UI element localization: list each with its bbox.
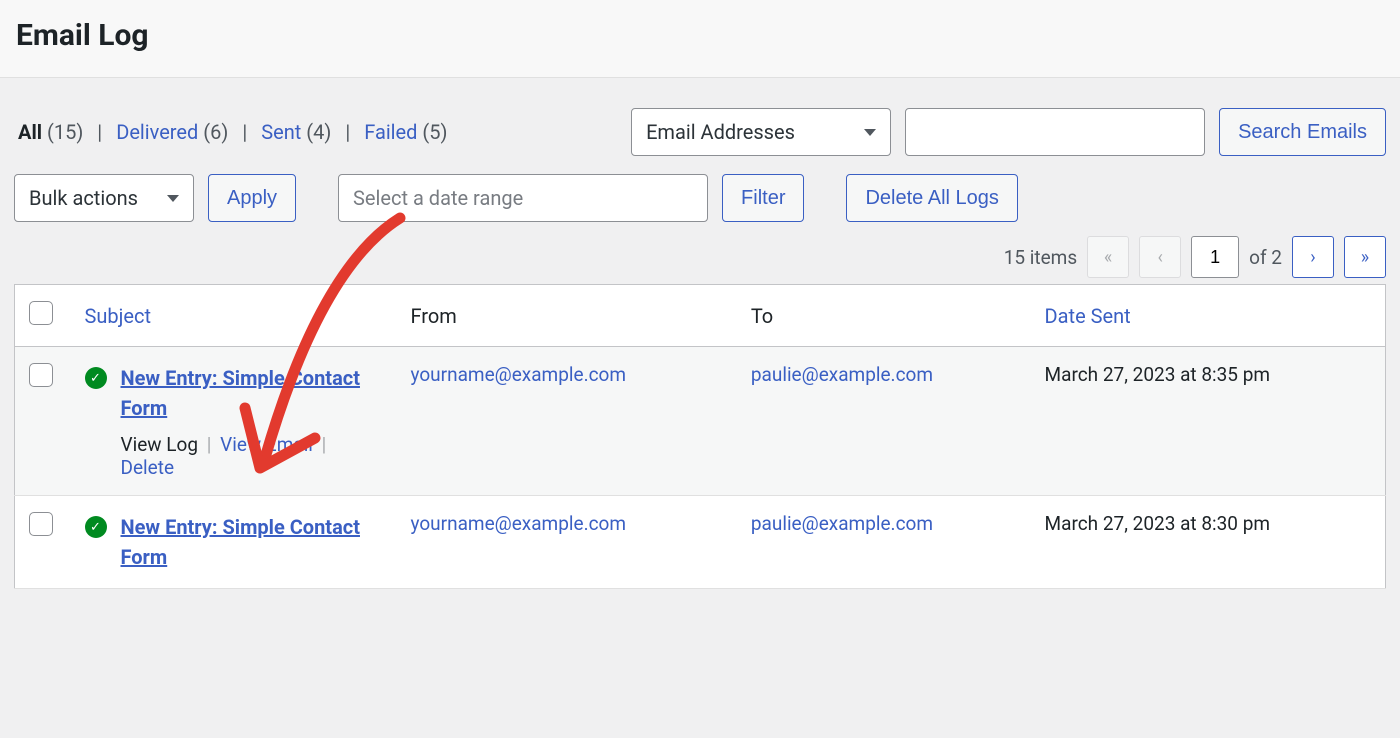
filter-all-count: (15) [47,120,83,144]
page-header: Email Log [0,0,1400,78]
delivered-icon: ✓ [85,367,107,389]
separator: | [242,120,247,144]
column-to: To [737,285,1031,347]
email-dropdown-label: Email Addresses [646,120,795,144]
next-page-button[interactable]: › [1292,236,1334,278]
column-from: From [397,285,737,347]
row-actions: View Log | View Email | Delete [121,433,383,479]
search-emails-button[interactable]: Search Emails [1219,108,1386,156]
of-pages: of 2 [1249,246,1282,269]
page-input[interactable] [1191,236,1239,278]
to-cell: paulie@example.com [737,347,1031,496]
content-area: All (15) | Delivered (6) | Sent (4) | Fa… [0,78,1400,589]
subject-link[interactable]: New Entry: Simple Contact Form [121,512,383,572]
last-page-button[interactable]: » [1344,236,1386,278]
email-log-table: Subject From To Date Sent ✓ New Entry: S… [14,284,1386,589]
filter-row: All (15) | Delivered (6) | Sent (4) | Fa… [14,108,1386,156]
row-checkbox[interactable] [29,363,53,387]
filter-sent[interactable]: Sent [261,120,301,144]
status-filters: All (15) | Delivered (6) | Sent (4) | Fa… [14,120,451,144]
row-checkbox[interactable] [29,512,53,536]
items-count: 15 items [1004,246,1077,269]
table-row: ✓ New Entry: Simple Contact Form View Lo… [15,347,1386,496]
date-cell: March 27, 2023 at 8:30 pm [1045,512,1271,535]
from-cell: yourname@example.com [397,496,737,589]
select-all-checkbox[interactable] [29,301,53,325]
filter-all[interactable]: All [18,120,42,144]
date-cell: March 27, 2023 at 8:35 pm [1045,363,1271,386]
filter-delivered-count: (6) [203,120,228,144]
bulk-actions-dropdown[interactable]: Bulk actions [14,174,194,222]
separator: | [345,120,350,144]
subject-link[interactable]: New Entry: Simple Contact Form [121,363,383,423]
delete-link[interactable]: Delete [121,456,175,479]
search-input[interactable] [905,108,1205,156]
email-addresses-dropdown[interactable]: Email Addresses [631,108,891,156]
table-row: ✓ New Entry: Simple Contact Form yournam… [15,496,1386,589]
page-title: Email Log [16,18,1384,53]
to-cell: paulie@example.com [737,496,1031,589]
delivered-icon: ✓ [85,516,107,538]
view-email-link[interactable]: View Email [220,433,313,456]
date-range-input[interactable]: Select a date range [338,174,708,222]
filter-failed-count: (5) [422,120,447,144]
chevron-down-icon [167,195,179,202]
filter-button[interactable]: Filter [722,174,804,222]
from-cell: yourname@example.com [397,347,737,496]
action-row: Bulk actions Apply Select a date range F… [14,174,1386,222]
filter-sent-count: (4) [306,120,331,144]
first-page-button: « [1087,236,1129,278]
pagination: 15 items « ‹ of 2 › » [14,236,1386,278]
date-placeholder: Select a date range [353,186,523,210]
select-all-header [15,285,71,347]
chevron-down-icon [864,129,876,136]
bulk-actions-label: Bulk actions [29,186,138,210]
delete-all-logs-button[interactable]: Delete All Logs [846,174,1017,222]
separator: | [97,120,102,144]
apply-button[interactable]: Apply [208,174,296,222]
column-date-sent[interactable]: Date Sent [1031,285,1386,347]
prev-page-button: ‹ [1139,236,1181,278]
filter-delivered[interactable]: Delivered [116,120,198,144]
filter-right: Email Addresses Search Emails [631,108,1386,156]
filter-failed[interactable]: Failed [364,120,417,144]
view-log-link[interactable]: View Log [121,433,199,456]
column-subject[interactable]: Subject [71,285,397,347]
